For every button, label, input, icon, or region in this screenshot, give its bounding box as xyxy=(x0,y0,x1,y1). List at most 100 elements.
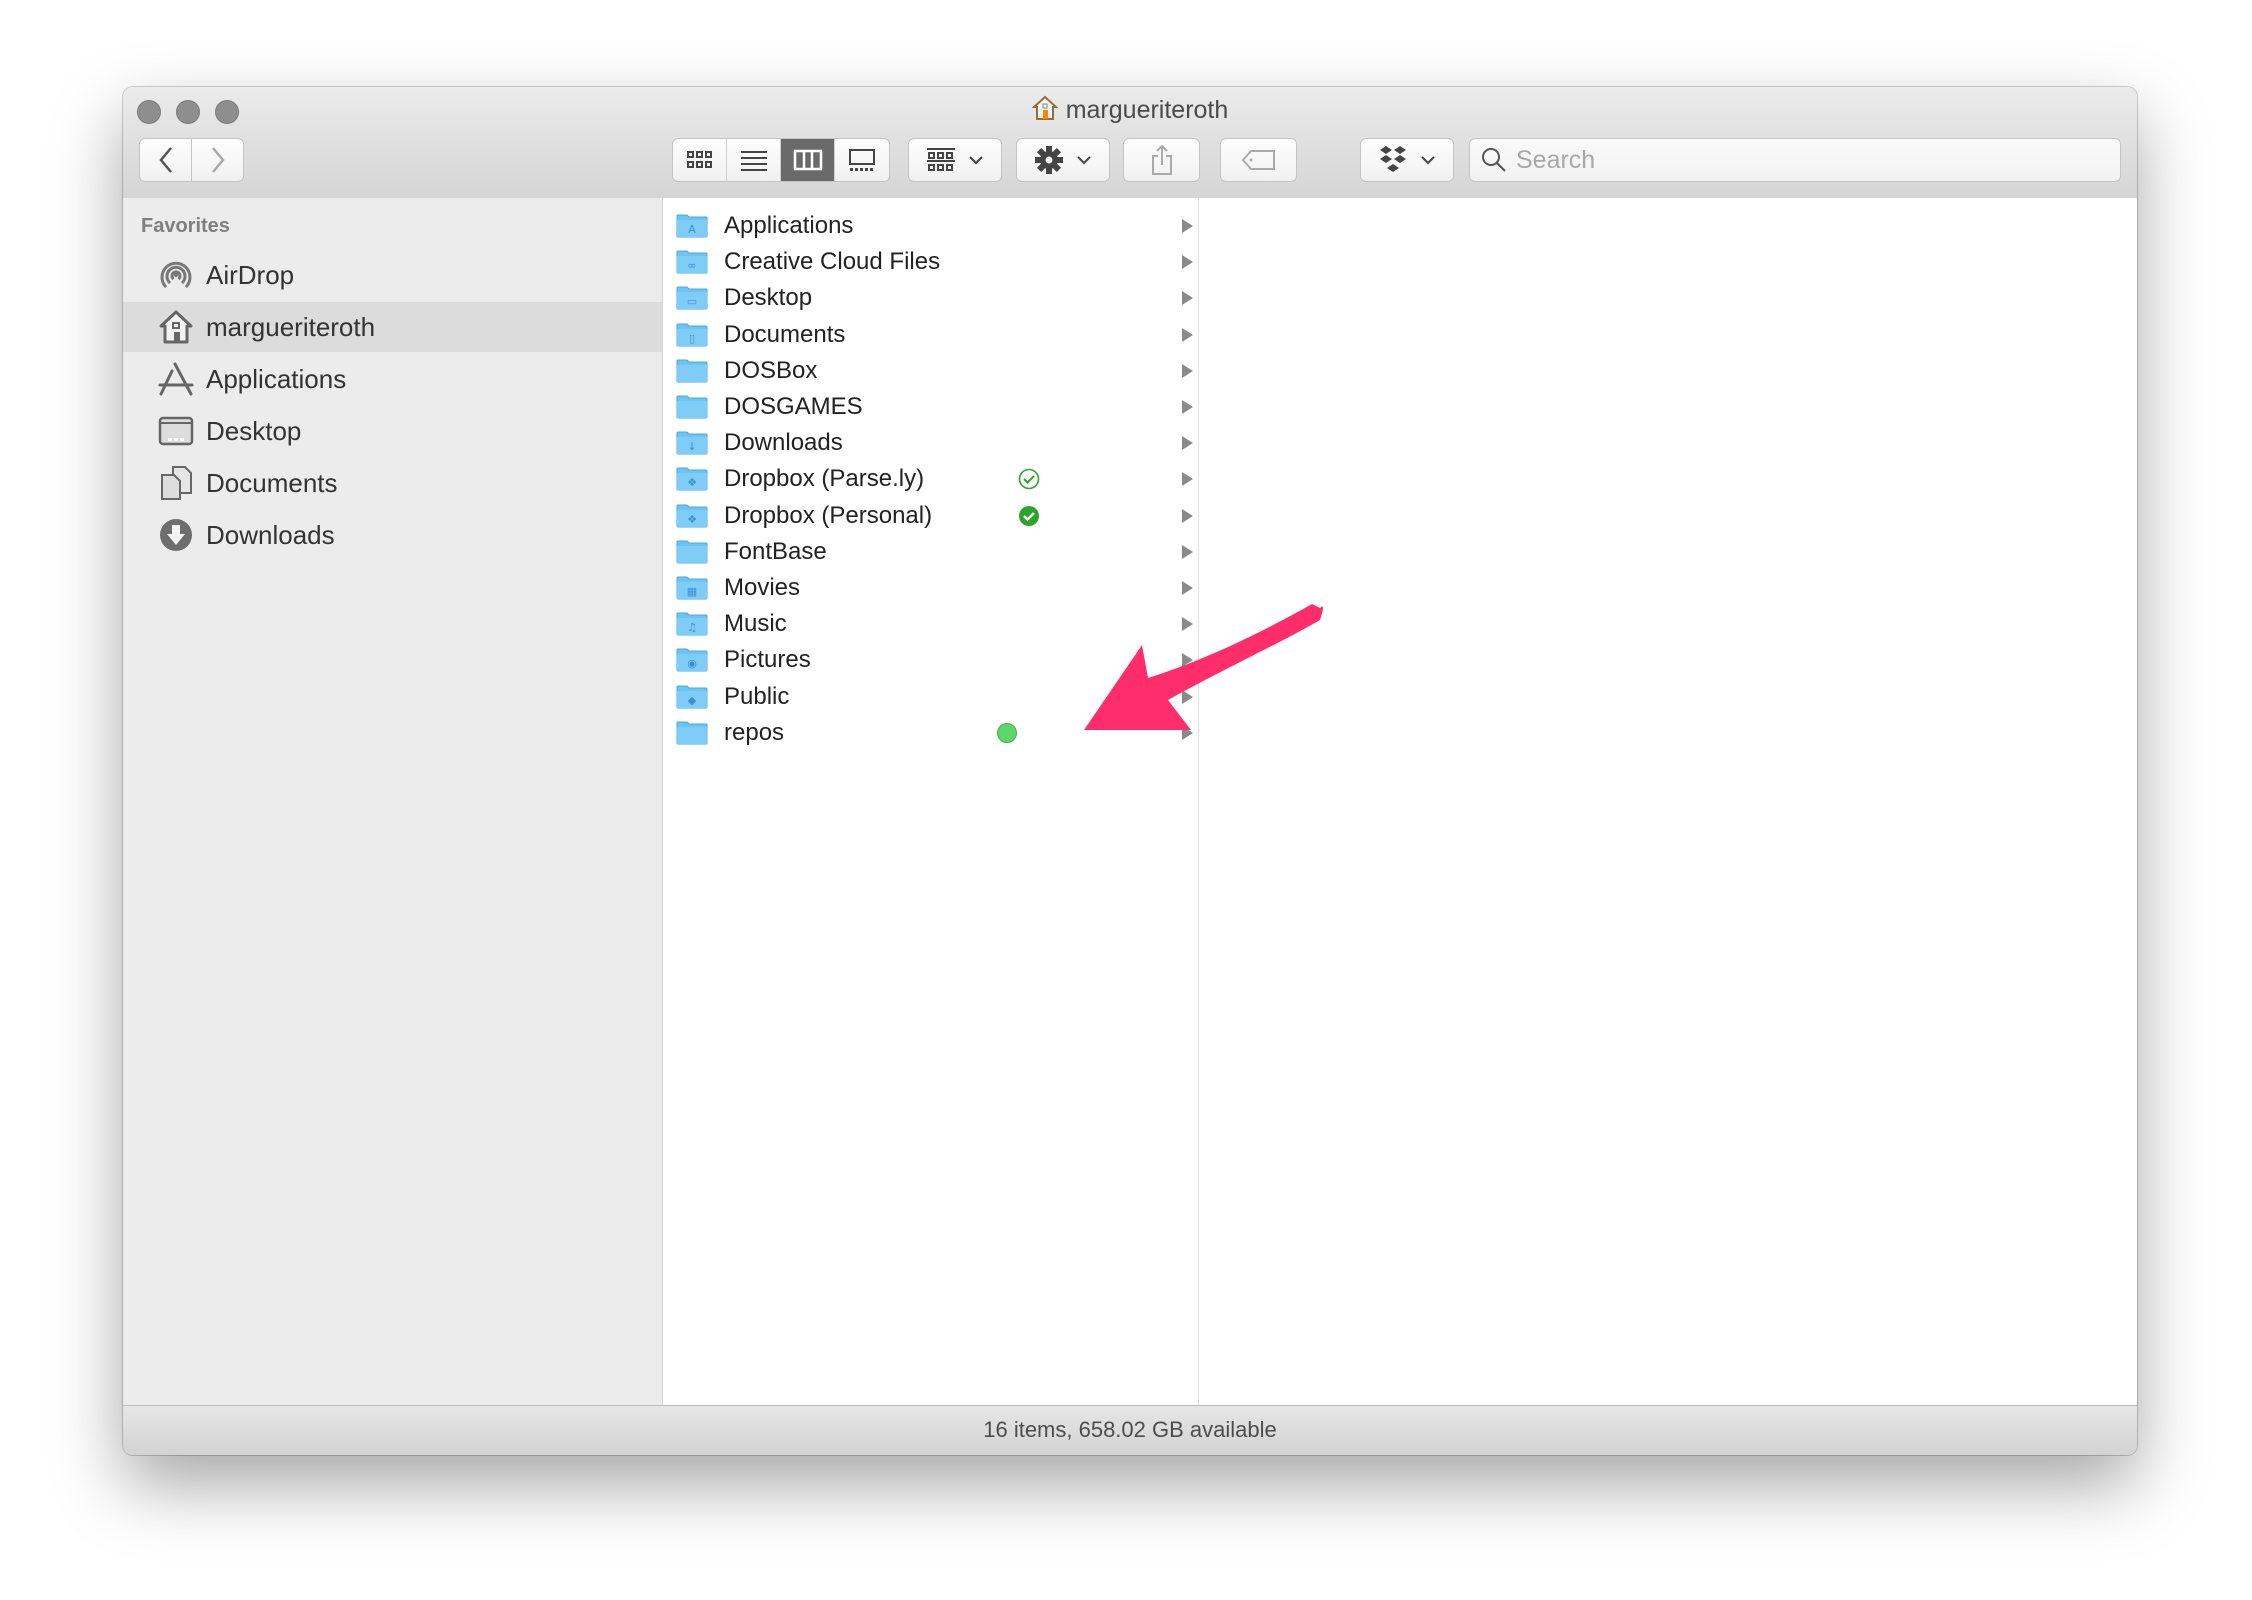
svg-text:❖: ❖ xyxy=(687,513,697,526)
home-icon xyxy=(156,307,196,347)
folder-icon: ❖ xyxy=(676,467,708,491)
list-item[interactable]: FontBase xyxy=(663,534,1198,570)
disclosure-triangle-icon[interactable] xyxy=(1182,472,1193,487)
sidebar-item-documents[interactable]: Documents xyxy=(123,458,662,508)
sidebar-item-label: margueriteroth xyxy=(206,311,376,342)
list-item[interactable]: ❖ Dropbox (Personal) xyxy=(663,498,1198,534)
share-icon xyxy=(1151,144,1172,175)
list-item[interactable]: ▭ Desktop xyxy=(663,280,1198,316)
sidebar-item-desktop[interactable]: Desktop xyxy=(123,406,662,456)
disclosure-triangle-icon[interactable] xyxy=(1182,400,1193,414)
folder-icon: ▦ xyxy=(676,576,708,600)
sidebar-item-label: Downloads xyxy=(206,519,335,550)
list-item-label: Applications xyxy=(724,212,854,239)
folder-icon xyxy=(676,395,708,419)
list-item-label: Creative Cloud Files xyxy=(724,248,941,276)
folder-icon: ♫ xyxy=(676,612,708,636)
share-button[interactable] xyxy=(1123,138,1200,182)
disclosure-triangle-icon[interactable] xyxy=(1182,219,1193,233)
status-bar: 16 items, 658.02 GB available xyxy=(123,1405,2137,1455)
chevron-right-icon xyxy=(211,147,225,173)
folder-icon xyxy=(676,721,708,745)
titlebar: margueriteroth xyxy=(123,87,2137,199)
gallery-view-button[interactable] xyxy=(835,139,889,181)
disclosure-triangle-icon[interactable] xyxy=(1182,436,1193,451)
list-item-label: Dropbox (Personal) xyxy=(724,501,933,529)
svg-text:◆: ◆ xyxy=(688,694,697,707)
sidebar-item-home[interactable]: margueriteroth xyxy=(123,302,662,352)
list-item[interactable]: ∞ Creative Cloud Files xyxy=(663,244,1198,280)
folder-icon: ◉ xyxy=(676,648,708,672)
window-title: margueriteroth xyxy=(123,95,2137,128)
folder-icon: ❖ xyxy=(676,504,708,528)
documents-icon xyxy=(156,463,196,503)
folder-icon: ◆ xyxy=(676,685,708,709)
list-icon xyxy=(740,151,767,171)
action-button[interactable] xyxy=(1016,138,1110,182)
dropbox-button[interactable] xyxy=(1360,138,1454,182)
disclosure-triangle-icon[interactable] xyxy=(1182,327,1193,342)
finder-window: margueriteroth Search Favorites AirDrop … xyxy=(123,87,2137,1455)
airdrop-icon xyxy=(156,255,196,295)
sidebar-item-label: Documents xyxy=(206,467,338,498)
window-title-text: margueriteroth xyxy=(1065,96,1229,124)
svg-text:▯: ▯ xyxy=(689,332,695,345)
svg-text:◉: ◉ xyxy=(687,657,697,670)
tag-button[interactable] xyxy=(1220,138,1297,182)
gallery-icon xyxy=(849,149,875,171)
svg-text:↓: ↓ xyxy=(687,440,696,453)
folder-icon: ▭ xyxy=(676,286,708,310)
list-item[interactable]: ↓ Downloads xyxy=(663,425,1198,461)
sidebar-item-label: Desktop xyxy=(206,415,302,446)
annotation-arrow xyxy=(1084,604,1323,730)
column-browser-column-2 xyxy=(1199,198,2137,1406)
disclosure-triangle-icon[interactable] xyxy=(1182,544,1193,559)
view-mode-segmented-control xyxy=(672,138,890,182)
sidebar-section-favorites: Favorites xyxy=(141,215,230,237)
list-item-label: FontBase xyxy=(724,537,827,565)
svg-text:∞: ∞ xyxy=(687,259,696,272)
disclosure-triangle-icon[interactable] xyxy=(1182,363,1193,378)
sidebar-item-downloads[interactable]: Downloads xyxy=(123,510,662,560)
disclosure-triangle-icon[interactable] xyxy=(1182,291,1193,306)
sidebar-item-applications[interactable]: Applications xyxy=(123,354,662,404)
disclosure-triangle-icon[interactable] xyxy=(1182,255,1193,270)
list-item[interactable]: A Applications xyxy=(663,208,1198,244)
list-view-button[interactable] xyxy=(727,139,781,181)
folder-icon xyxy=(676,540,708,564)
search-input[interactable] xyxy=(1514,144,2098,176)
sync-complete-icon xyxy=(1018,468,1040,490)
list-item-label: Desktop xyxy=(724,284,813,312)
svg-text:A: A xyxy=(688,223,696,236)
gear-icon xyxy=(1035,146,1063,174)
folder-icon xyxy=(676,359,708,383)
group-by-button[interactable] xyxy=(908,138,1002,182)
folder-icon: A xyxy=(676,214,708,238)
sidebar-item-label: AirDrop xyxy=(206,259,295,290)
downloads-icon xyxy=(156,515,196,555)
sidebar-item-airdrop[interactable]: AirDrop xyxy=(123,250,662,300)
folder-icon: ↓ xyxy=(676,431,708,455)
home-folder-icon xyxy=(1031,95,1059,128)
icon-view-button[interactable] xyxy=(673,139,727,181)
tag-icon xyxy=(1241,150,1275,170)
column-view-button[interactable] xyxy=(781,139,835,181)
sidebar-item-label: Applications xyxy=(206,363,347,394)
folder-icon: ▯ xyxy=(676,323,708,347)
chevron-down-icon xyxy=(969,156,983,165)
forward-button[interactable] xyxy=(191,138,244,182)
back-button[interactable] xyxy=(139,138,192,182)
list-item[interactable]: DOSGAMES xyxy=(663,389,1198,425)
svg-text:▭: ▭ xyxy=(687,295,697,308)
status-text: 16 items, 658.02 GB available xyxy=(983,1417,1277,1442)
disclosure-triangle-icon[interactable] xyxy=(1182,508,1193,523)
sync-complete-filled-icon xyxy=(1018,505,1040,527)
chevron-down-icon xyxy=(1421,156,1435,165)
applications-icon xyxy=(156,359,196,399)
list-item[interactable]: ❖ Dropbox (Parse.ly) xyxy=(663,461,1198,497)
desktop-icon xyxy=(156,411,196,451)
search-field[interactable] xyxy=(1469,138,2121,182)
list-item[interactable]: DOSBox xyxy=(663,353,1198,389)
sidebar: Favorites AirDrop margueriteroth Applica… xyxy=(123,198,663,1406)
list-item[interactable]: ▯ Documents xyxy=(663,317,1198,353)
